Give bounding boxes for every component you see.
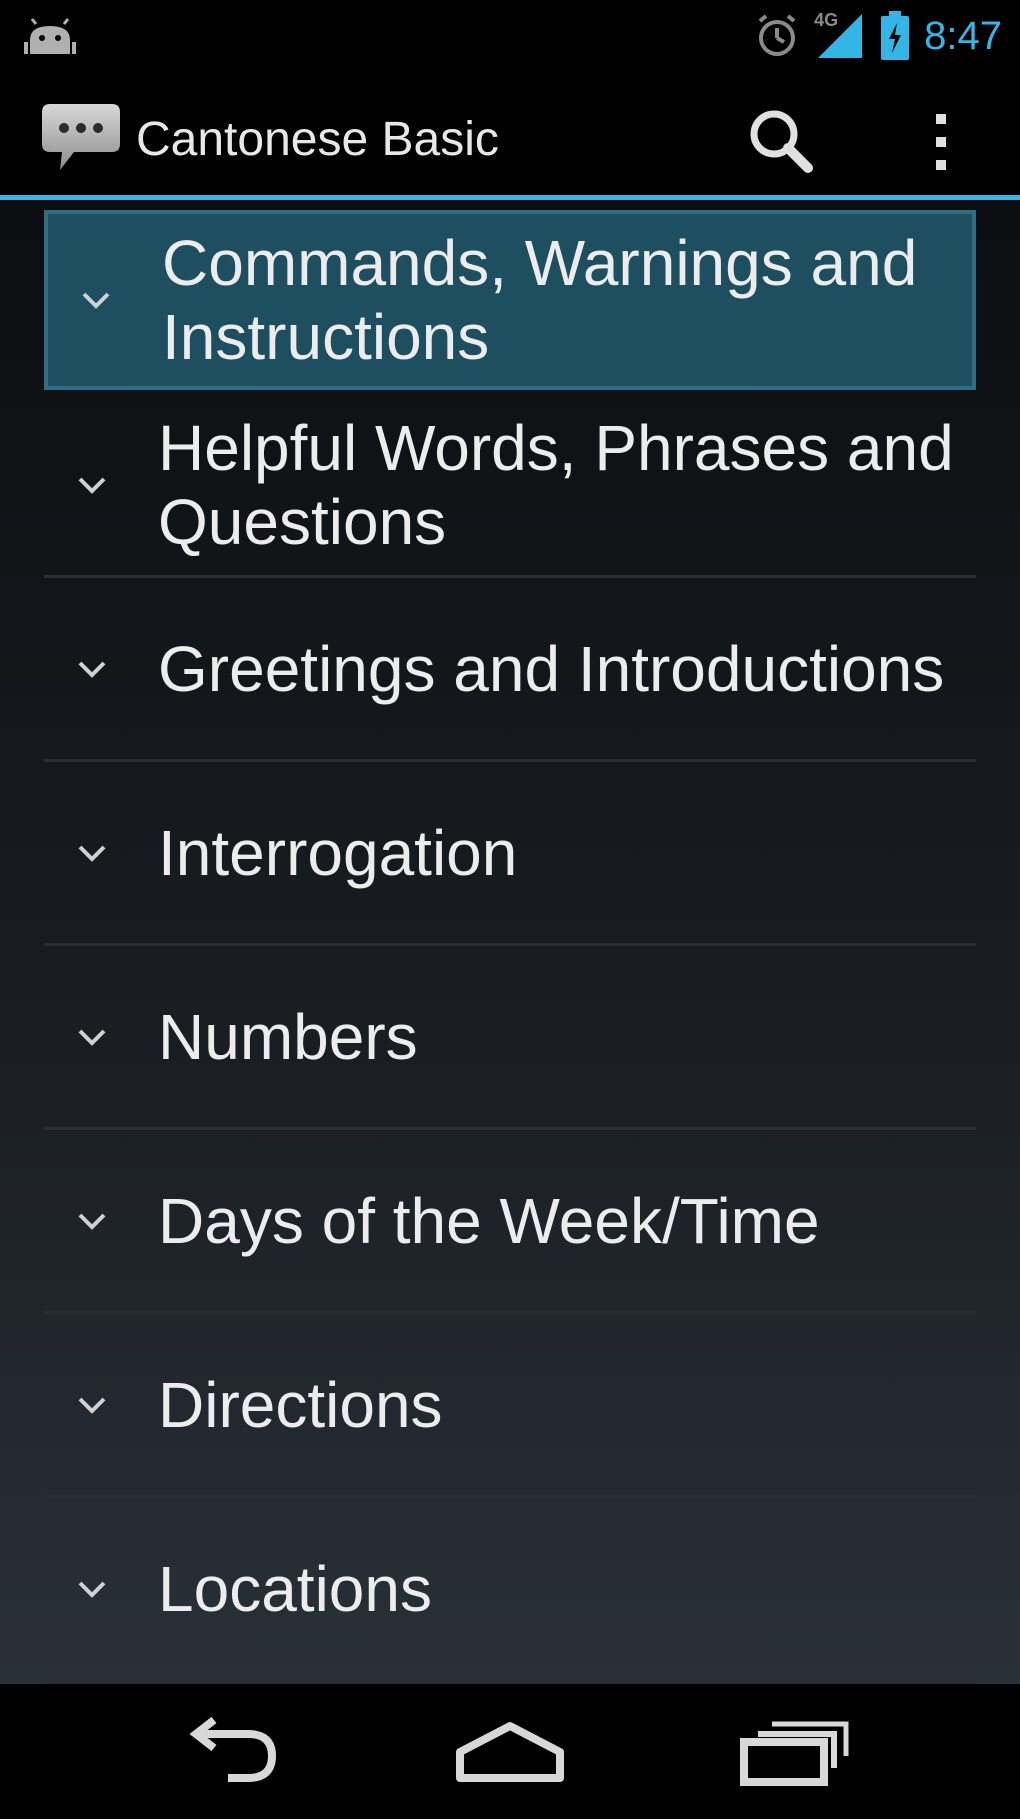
app-title: Cantonese Basic [136, 113, 499, 166]
status-bar: 4G 8:47 [0, 0, 1020, 72]
list-item-label: Interrogation [158, 816, 518, 889]
chevron-down-icon [78, 1397, 106, 1414]
status-time: 8:47 [924, 13, 1002, 58]
signal-icon: 4G [814, 10, 866, 60]
recent-apps-icon[interactable] [736, 1712, 856, 1792]
list-item-numbers[interactable]: Numbers [44, 946, 976, 1130]
list-item-locations[interactable]: Locations [44, 1498, 976, 1682]
list-item-helpful-words[interactable]: Helpful Words, Phrases and Questions [44, 394, 976, 578]
navigation-bar [0, 1684, 1020, 1819]
list-item-label: Days of the Week/Time [158, 1184, 820, 1257]
list-item-label: Locations [158, 1552, 432, 1625]
action-bar: Cantonese Basic [0, 72, 1020, 200]
back-icon[interactable] [168, 1712, 288, 1792]
app-screen: 4G 8:47 Cantonese Basic Commands, Warnin… [0, 0, 1020, 1819]
chevron-down-icon [82, 292, 110, 309]
chevron-down-icon [78, 477, 106, 494]
chevron-down-icon [78, 661, 106, 678]
list-item-greetings[interactable]: Greetings and Introductions [44, 578, 976, 762]
list-item-label: Greetings and Introductions [158, 632, 945, 705]
overflow-menu-icon[interactable] [920, 102, 964, 182]
list-item-commands[interactable]: Commands, Warnings and Instructions [44, 210, 976, 390]
home-icon[interactable] [450, 1712, 570, 1792]
battery-icon [881, 11, 910, 60]
list-item-interrogation[interactable]: Interrogation [44, 762, 976, 946]
list-item-days-time[interactable]: Days of the Week/Time [44, 1130, 976, 1314]
chevron-down-icon [78, 845, 106, 862]
category-list: Commands, Warnings and Instructions Help… [44, 210, 976, 1682]
network-type-label: 4G [814, 10, 839, 30]
list-item-label: Numbers [158, 1000, 418, 1073]
alarm-icon [758, 14, 796, 56]
list-item-label: Directions [158, 1368, 443, 1441]
list-item-directions[interactable]: Directions [44, 1314, 976, 1498]
category-list-container: Commands, Warnings and Instructions Help… [0, 200, 1020, 1684]
chevron-down-icon [78, 1213, 106, 1230]
chevron-down-icon [78, 1581, 106, 1598]
speech-bubble-icon [42, 104, 120, 170]
chevron-down-icon [78, 1029, 106, 1046]
list-item-label: Helpful Words, Phrases and Questions [158, 411, 954, 558]
list-item-label: Commands, Warnings and Instructions [162, 227, 918, 373]
search-icon[interactable] [738, 102, 828, 182]
android-icon [24, 18, 76, 54]
status-icons: 4G 8:47 [754, 10, 1002, 62]
